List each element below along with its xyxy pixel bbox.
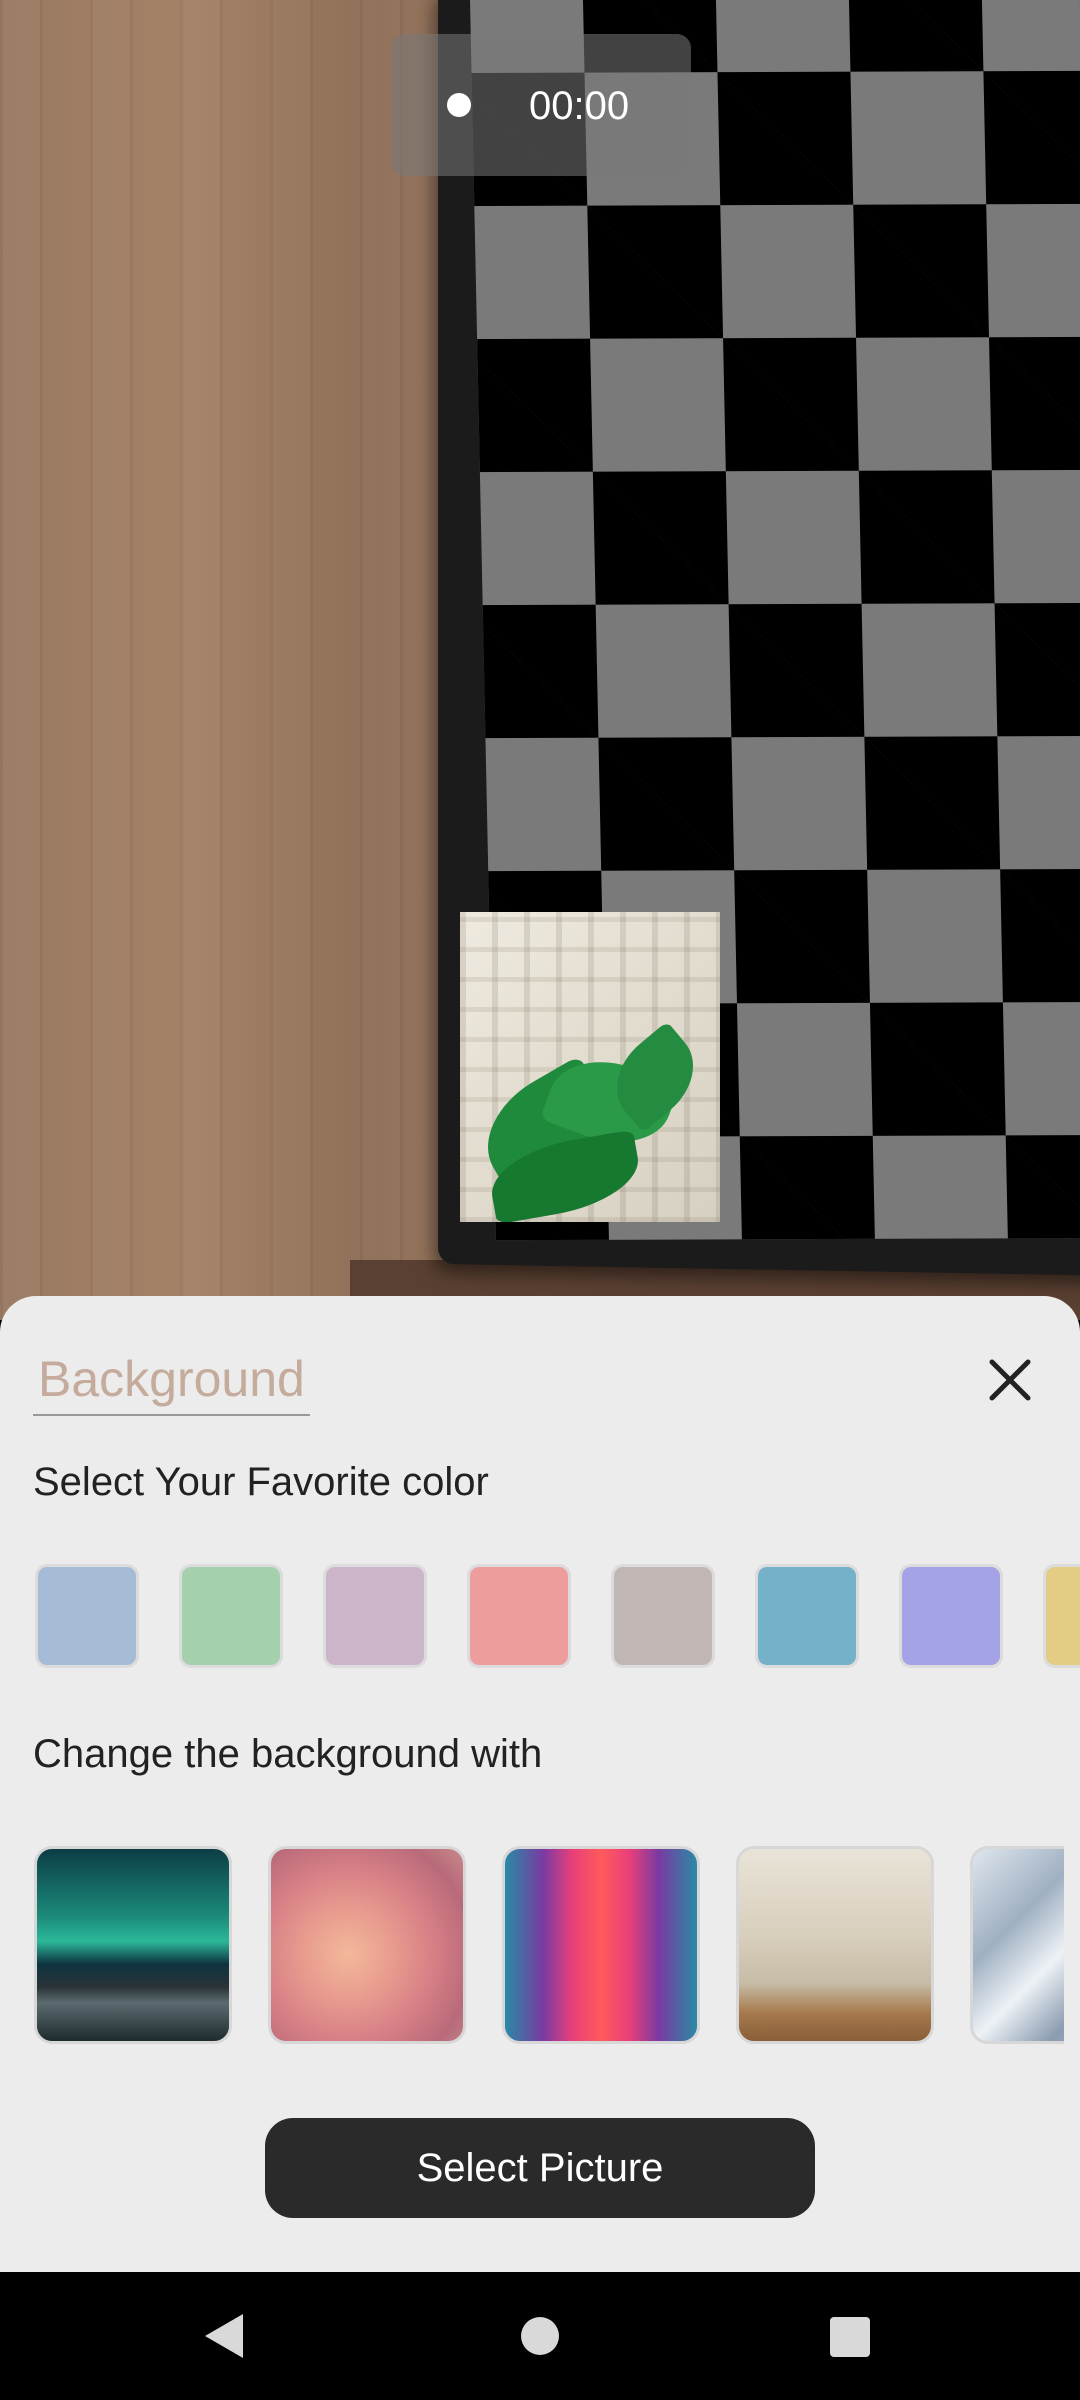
- recording-time: 00:00: [529, 84, 630, 128]
- background-image-list[interactable]: [0, 1846, 1064, 2046]
- sunset-clouds-thumbnail[interactable]: [268, 1846, 466, 2044]
- color-swatch[interactable]: [755, 1564, 859, 1668]
- color-section-label: Select Your Favorite color: [33, 1460, 489, 1504]
- color-swatch[interactable]: [35, 1564, 139, 1668]
- color-swatch-list[interactable]: [0, 1564, 1080, 1674]
- color-swatch[interactable]: [899, 1564, 1003, 1668]
- color-swatch[interactable]: [179, 1564, 283, 1668]
- neon-corridor-thumbnail[interactable]: [502, 1846, 700, 2044]
- camera-view: 00:00: [0, 0, 1080, 1320]
- select-picture-button[interactable]: Select Picture: [265, 2118, 815, 2218]
- recording-indicator: 00:00: [391, 34, 691, 176]
- color-swatch[interactable]: [467, 1564, 571, 1668]
- image-section-label: Change the background with: [33, 1732, 543, 1776]
- title-underline: [33, 1414, 310, 1416]
- background-sheet: Background Select Your Favorite color Ch…: [0, 1296, 1080, 2272]
- color-swatch[interactable]: [323, 1564, 427, 1668]
- home-icon[interactable]: [521, 2317, 559, 2355]
- navigation-bar: [0, 2272, 1080, 2400]
- background-preview-image: [460, 912, 720, 1222]
- living-room-thumbnail[interactable]: [736, 1846, 934, 2044]
- color-swatch[interactable]: [1043, 1564, 1080, 1668]
- record-dot-icon: [447, 93, 471, 117]
- close-icon[interactable]: [986, 1356, 1034, 1404]
- aurora-thumbnail[interactable]: [34, 1846, 232, 2044]
- recents-icon[interactable]: [830, 2317, 870, 2357]
- color-swatch[interactable]: [611, 1564, 715, 1668]
- back-icon[interactable]: [205, 2314, 243, 2358]
- crystal-thumbnail[interactable]: [970, 1846, 1064, 2044]
- sheet-title: Background: [38, 1351, 305, 1407]
